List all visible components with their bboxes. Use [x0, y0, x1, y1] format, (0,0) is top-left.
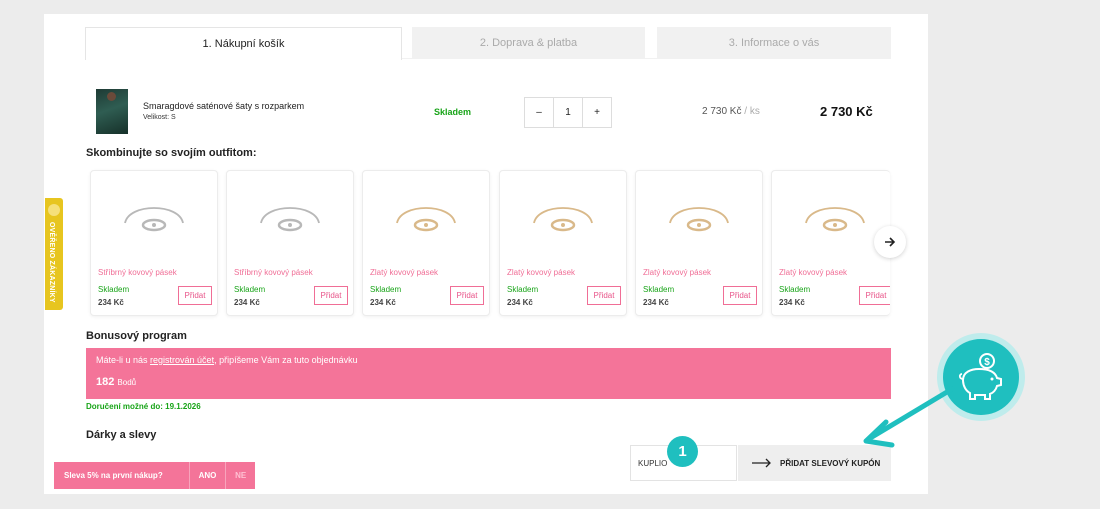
product-card-stock: Skladem: [779, 285, 811, 294]
product-card-name[interactable]: Zlatý kovový pásek: [779, 268, 847, 277]
arrow-right-icon: [752, 458, 771, 468]
unit-price: 2 730 Kč / ks: [702, 106, 760, 117]
belt-image[interactable]: [664, 195, 734, 239]
product-card-stock: Skladem: [643, 285, 675, 294]
combine-title: Skombinujte so svojím outfitom:: [86, 147, 257, 159]
product-card-stock: Skladem: [98, 285, 130, 294]
discount-yes-button[interactable]: ANO: [188, 462, 226, 489]
discount-question: Sleva 5% na první nákup?: [64, 471, 163, 480]
add-to-cart-button[interactable]: Přidat: [859, 286, 890, 305]
bonus-points-value: 182: [96, 376, 115, 388]
register-link[interactable]: registrován účet: [150, 355, 214, 365]
tab-customer-info[interactable]: 3. Informace o vás: [657, 27, 891, 58]
add-to-cart-button[interactable]: Přidat: [587, 286, 621, 305]
product-card[interactable]: Stříbrný kovový pásek Skladem 234 Kč Přidat: [90, 170, 218, 316]
bonus-box: Máte-li u nás registrován účet, připíšem…: [86, 348, 891, 399]
quantity-decrease-button[interactable]: –: [525, 98, 553, 127]
verified-icon: [48, 204, 60, 216]
belt-image[interactable]: [391, 195, 461, 239]
belt-image[interactable]: [119, 195, 189, 239]
stock-status: Skladem: [434, 107, 472, 117]
add-to-cart-button[interactable]: Přidat: [314, 286, 348, 305]
tab-cart[interactable]: 1. Nákupní košík: [85, 27, 402, 60]
product-card-price: 234 Kč: [370, 298, 396, 307]
add-to-cart-button[interactable]: Přidat: [450, 286, 484, 305]
product-card-price: 234 Kč: [98, 298, 124, 307]
bonus-text-before: Máte-li u nás: [96, 355, 151, 365]
product-card-price: 234 Kč: [779, 298, 805, 307]
product-card-stock: Skladem: [234, 285, 266, 294]
product-name[interactable]: Smaragdové saténové šaty s rozparkem: [143, 101, 304, 111]
product-card[interactable]: Zlatý kovový pásek Skladem 234 Kč Přidat: [499, 170, 627, 316]
quantity-stepper: – 1 +: [524, 97, 612, 128]
add-to-cart-button[interactable]: Přidat: [723, 286, 757, 305]
bonus-text: Máte-li u nás registrován účet, připíšem…: [96, 355, 358, 365]
product-card-name[interactable]: Stříbrný kovový pásek: [98, 268, 177, 277]
gifts-title: Dárky a slevy: [86, 429, 157, 441]
product-card-name[interactable]: Zlatý kovový pásek: [643, 268, 711, 277]
total-price: 2 730 Kč: [820, 104, 873, 119]
cart-page: 1. Nákupní košík 2. Doprava & platba 3. …: [44, 14, 928, 494]
product-card-name[interactable]: Stříbrný kovový pásek: [234, 268, 313, 277]
quantity-increase-button[interactable]: +: [583, 98, 611, 127]
verified-badge-label: OVĚŘENO ZÁKAZNÍKY: [48, 222, 55, 303]
piggy-bank-icon: $: [958, 353, 1002, 400]
product-card-price: 234 Kč: [234, 298, 260, 307]
product-card-stock: Skladem: [507, 285, 539, 294]
unit-price-value: 2 730 Kč: [702, 106, 742, 117]
product-card[interactable]: Zlatý kovový pásek Skladem 234 Kč Přidat: [362, 170, 490, 316]
discount-no-button[interactable]: NE: [225, 462, 255, 489]
tab-shipping-payment[interactable]: 2. Doprava & platba: [412, 27, 645, 58]
belt-image[interactable]: [528, 195, 598, 239]
product-card-price: 234 Kč: [507, 298, 533, 307]
add-coupon-label: PŘIDAT SLEVOVÝ KUPÓN: [780, 458, 881, 468]
product-card-price: 234 Kč: [643, 298, 669, 307]
bonus-text-after: , připíšeme Vám za tuto objednávku: [214, 355, 358, 365]
product-card[interactable]: Stříbrný kovový pásek Skladem 234 Kč Přidat: [226, 170, 354, 316]
product-variant: Velikost: S: [143, 114, 176, 121]
belt-image[interactable]: [255, 195, 325, 239]
delivery-date: Doručení možné do: 19.1.2026: [86, 402, 201, 411]
discount-prompt-bar: Sleva 5% na první nákup? ANO NE: [54, 462, 255, 489]
belt-image[interactable]: [800, 195, 870, 239]
quantity-input[interactable]: 1: [553, 98, 583, 127]
step-number-badge: 1: [667, 436, 698, 467]
bonus-points: 182 Bodů: [96, 376, 136, 388]
bonus-points-unit: Bodů: [117, 378, 137, 387]
product-card[interactable]: Zlatý kovový pásek Skladem 234 Kč Přidat: [635, 170, 763, 316]
add-to-cart-button[interactable]: Přidat: [178, 286, 212, 305]
unit-price-suffix: / ks: [744, 106, 760, 117]
product-card-name[interactable]: Zlatý kovový pásek: [507, 268, 575, 277]
product-card-stock: Skladem: [370, 285, 402, 294]
pointer-arrow-icon: [863, 386, 955, 448]
product-card-name[interactable]: Zlatý kovový pásek: [370, 268, 438, 277]
verified-reviews-badge[interactable]: OVĚŘENO ZÁKAZNÍKY: [45, 198, 63, 310]
carousel-next-button[interactable]: [874, 226, 906, 258]
product-card[interactable]: Zlatý kovový pásek Skladem 234 Kč Přidat: [771, 170, 890, 316]
bonus-title: Bonusový program: [86, 330, 187, 342]
product-thumbnail[interactable]: [96, 89, 128, 134]
next-arrow-icon: [885, 237, 896, 247]
svg-text:$: $: [984, 357, 990, 368]
